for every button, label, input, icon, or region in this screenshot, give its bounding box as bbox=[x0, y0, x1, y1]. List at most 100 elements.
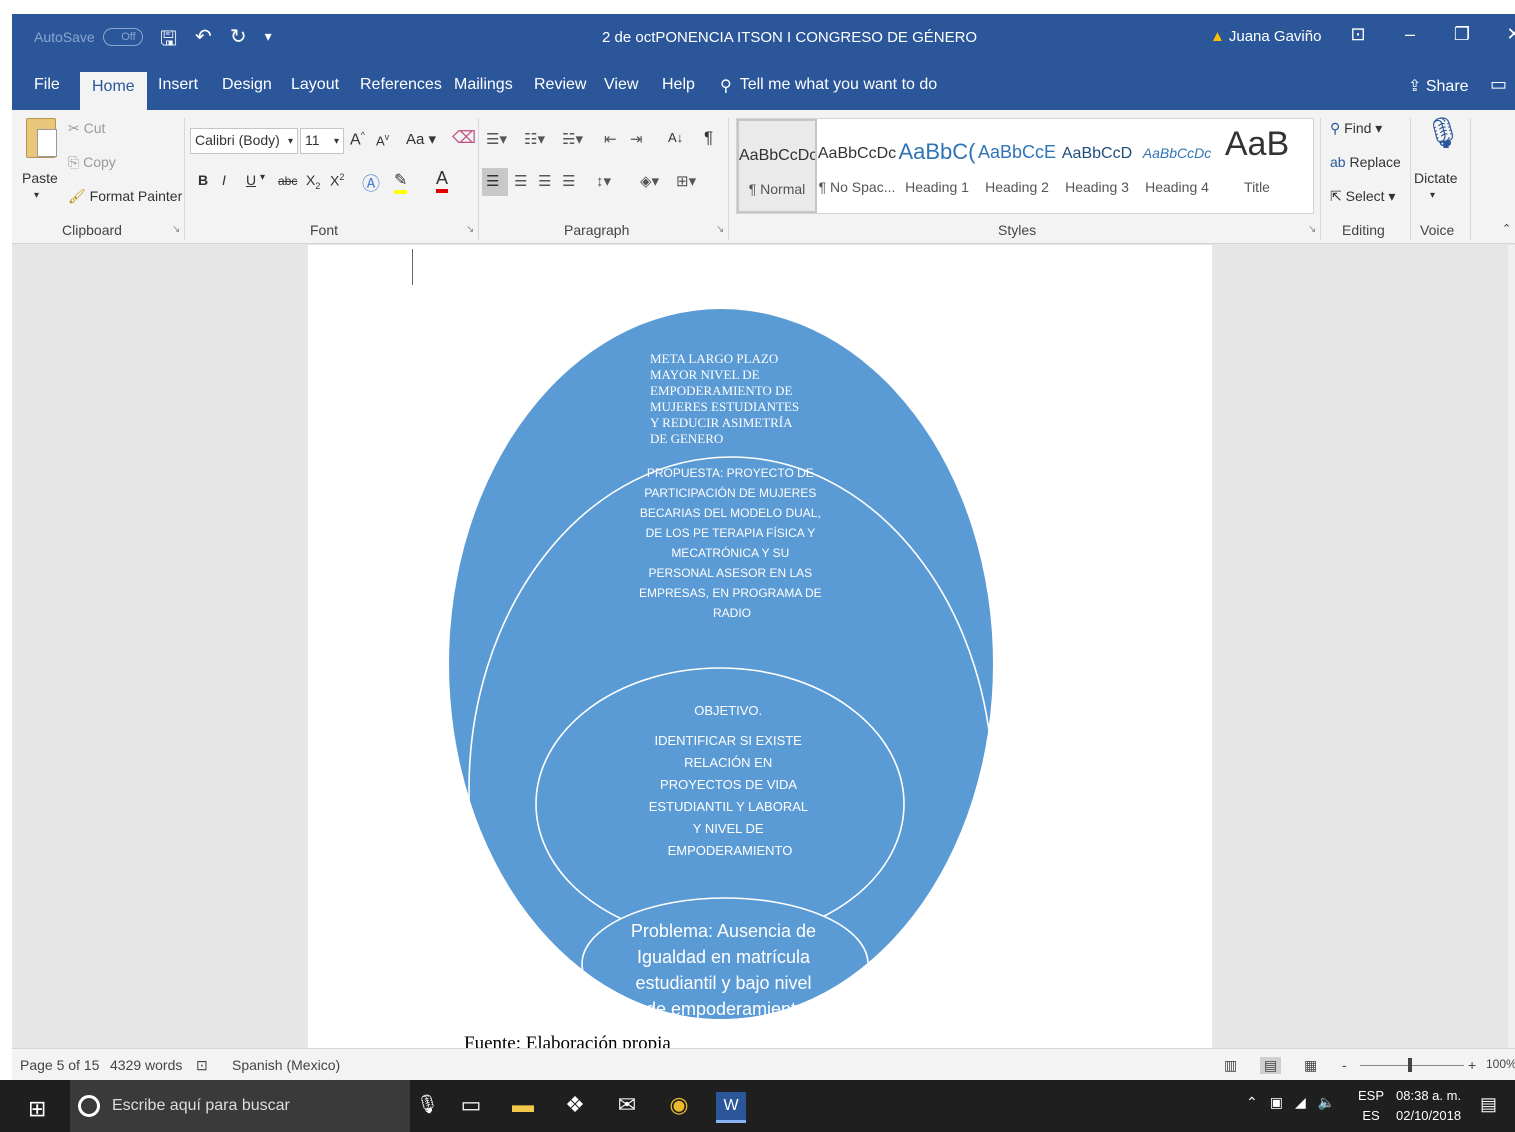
minimize-icon[interactable]: – bbox=[1384, 24, 1436, 45]
dropbox-icon[interactable]: ❖ bbox=[560, 1092, 590, 1123]
chrome-icon[interactable]: ◉ bbox=[664, 1092, 694, 1123]
input-language[interactable]: ESP ES bbox=[1358, 1086, 1384, 1126]
bold-button[interactable]: B bbox=[198, 172, 208, 188]
style-heading-1[interactable]: AaBbC(Heading 1 bbox=[897, 119, 977, 213]
numbering-icon[interactable]: ☷▾ bbox=[524, 130, 545, 148]
tab-design[interactable]: Design bbox=[222, 76, 272, 94]
comments-icon[interactable]: ▭ bbox=[1490, 74, 1507, 95]
file-explorer-icon[interactable]: ▬ bbox=[508, 1092, 538, 1123]
tab-mailings[interactable]: Mailings bbox=[454, 76, 513, 94]
mail-icon[interactable]: ✉ bbox=[612, 1092, 642, 1123]
proofing-icon[interactable]: ⊡ bbox=[196, 1057, 208, 1074]
ribbon-display-icon[interactable]: ⊡ bbox=[1332, 24, 1384, 45]
shading-icon[interactable]: ◈▾ bbox=[640, 172, 659, 190]
tab-file[interactable]: File bbox=[34, 76, 60, 94]
align-center-icon[interactable]: ☰ bbox=[514, 172, 527, 190]
taskbar-search-box[interactable]: Escribe aquí para buscar bbox=[70, 1080, 410, 1132]
redo-icon[interactable]: ↻ bbox=[230, 24, 247, 58]
increase-indent-icon[interactable]: ⇥ bbox=[630, 130, 643, 148]
text-effects-icon[interactable]: Ⓐ bbox=[362, 170, 380, 196]
microphone-icon[interactable]: 🎙 bbox=[416, 1094, 439, 1115]
web-layout-icon[interactable]: ▦ bbox=[1304, 1057, 1317, 1074]
align-right-icon[interactable]: ☰ bbox=[538, 172, 551, 190]
close-icon[interactable]: ✕ bbox=[1488, 24, 1515, 45]
bullets-icon[interactable]: ☰▾ bbox=[486, 130, 507, 148]
zoom-out-button[interactable]: - bbox=[1342, 1057, 1347, 1073]
network-icon[interactable]: ▣ bbox=[1270, 1094, 1283, 1111]
document-page[interactable]: META LARGO PLAZO MAYOR NIVEL DE EMPODERA… bbox=[308, 245, 1212, 1048]
volume-icon[interactable]: 🔈 bbox=[1318, 1094, 1335, 1111]
paste-icon[interactable] bbox=[26, 118, 57, 158]
borders-icon[interactable]: ⊞▾ bbox=[676, 172, 696, 190]
style-title[interactable]: AaB Title bbox=[1217, 119, 1297, 213]
tell-me-box[interactable]: ⚲ Tell me what you want to do bbox=[720, 76, 937, 96]
dictate-dropdown-icon[interactable]: ▾ bbox=[1430, 190, 1435, 201]
zoom-slider[interactable] bbox=[1360, 1065, 1464, 1066]
word-icon[interactable]: W bbox=[716, 1092, 746, 1123]
find-button[interactable]: ⚲ Find ▾ bbox=[1330, 120, 1382, 137]
tab-references[interactable]: References bbox=[360, 76, 442, 94]
underline-dropdown-icon[interactable]: ▾ bbox=[260, 172, 265, 183]
autosave-toggle[interactable]: Off bbox=[102, 28, 143, 46]
replace-button[interactable]: ab Replace bbox=[1330, 154, 1401, 170]
paste-button[interactable]: Paste bbox=[22, 170, 58, 186]
print-layout-icon[interactable]: ▤ bbox=[1260, 1057, 1282, 1074]
notifications-icon[interactable]: ▤ bbox=[1480, 1094, 1497, 1115]
zoom-level[interactable]: 100% bbox=[1486, 1057, 1515, 1071]
paste-dropdown-icon[interactable]: ▾ bbox=[34, 190, 39, 201]
font-color-button[interactable]: A bbox=[436, 168, 449, 193]
task-view-icon[interactable]: ▭ bbox=[456, 1092, 486, 1123]
italic-button[interactable]: I bbox=[222, 172, 226, 188]
style-heading-2[interactable]: AaBbCcE Heading 2 bbox=[977, 119, 1057, 213]
language-indicator[interactable]: Spanish (Mexico) bbox=[232, 1057, 340, 1073]
superscript-button[interactable]: X2 bbox=[330, 172, 344, 189]
microphone-icon[interactable]: 🎙 bbox=[1424, 116, 1462, 151]
windows-start-icon[interactable]: ⊞ bbox=[28, 1096, 46, 1122]
cut-button[interactable]: ✂ Cut bbox=[68, 120, 105, 137]
vertical-scrollbar[interactable] bbox=[1508, 245, 1515, 1048]
subscript-button[interactable]: X2 bbox=[306, 172, 320, 191]
style-heading-3[interactable]: AaBbCcD Heading 3 bbox=[1057, 119, 1137, 213]
style-heading-4[interactable]: AaBbCcDc Heading 4 bbox=[1137, 119, 1217, 213]
clipboard-launcher-icon[interactable]: ↘ bbox=[172, 224, 180, 235]
autosave-control[interactable]: AutoSave Off bbox=[34, 28, 143, 46]
tab-view[interactable]: View bbox=[604, 76, 638, 94]
zoom-slider-thumb[interactable] bbox=[1408, 1058, 1412, 1072]
dictate-button[interactable]: Dictate bbox=[1414, 170, 1458, 186]
select-button[interactable]: ⇱ Select ▾ bbox=[1330, 188, 1395, 205]
justify-icon[interactable]: ☰ bbox=[562, 172, 575, 190]
shrink-font-button[interactable]: Av bbox=[376, 132, 389, 148]
page-count[interactable]: Page 5 of 15 bbox=[20, 1057, 99, 1073]
font-launcher-icon[interactable]: ↘ bbox=[466, 224, 474, 235]
customize-qat-icon[interactable]: ▾ bbox=[265, 24, 272, 58]
tab-help[interactable]: Help bbox=[662, 76, 695, 94]
strikethrough-button[interactable]: abc bbox=[278, 174, 297, 188]
clock[interactable]: 08:38 a. m. 02/10/2018 bbox=[1396, 1086, 1461, 1126]
tab-review[interactable]: Review bbox=[534, 76, 586, 94]
sort-button[interactable]: A↓ bbox=[668, 130, 683, 145]
share-button[interactable]: ⇪ Share bbox=[1408, 76, 1469, 96]
line-spacing-icon[interactable]: ↕▾ bbox=[596, 172, 611, 190]
style-normal[interactable]: AaBbCcDc ¶ Normal bbox=[737, 119, 817, 213]
copy-button[interactable]: ⎘ Copy bbox=[68, 154, 116, 171]
zoom-in-button[interactable]: + bbox=[1468, 1057, 1476, 1073]
change-case-button[interactable]: Aa ▾ bbox=[406, 130, 436, 148]
style-no-spacing[interactable]: AaBbCcDc ¶ No Spac... bbox=[817, 119, 897, 213]
show-marks-button[interactable]: ¶ bbox=[704, 128, 713, 148]
restore-icon[interactable]: ❐ bbox=[1436, 24, 1488, 45]
word-count[interactable]: 4329 words bbox=[110, 1057, 182, 1073]
font-size-combo[interactable]: 11 ▾ bbox=[300, 128, 344, 154]
paragraph-launcher-icon[interactable]: ↘ bbox=[716, 224, 724, 235]
styles-launcher-icon[interactable]: ↘ bbox=[1308, 224, 1316, 235]
read-mode-icon[interactable]: ▥ bbox=[1224, 1057, 1237, 1074]
tab-insert[interactable]: Insert bbox=[158, 76, 198, 94]
format-painter-button[interactable]: 🖌 Format Painter bbox=[68, 188, 182, 205]
tab-layout[interactable]: Layout bbox=[291, 76, 339, 94]
show-hidden-icons-icon[interactable]: ⌃ bbox=[1246, 1094, 1258, 1111]
undo-icon[interactable]: ↶ bbox=[195, 24, 212, 58]
user-account[interactable]: ▲ Juana Gaviño bbox=[1210, 28, 1321, 45]
tab-home[interactable]: Home bbox=[80, 72, 147, 110]
collapse-ribbon-icon[interactable]: ⌃ bbox=[1502, 222, 1511, 235]
highlight-icon[interactable]: ✎ bbox=[394, 170, 408, 194]
grow-font-button[interactable]: A^ bbox=[350, 130, 365, 149]
